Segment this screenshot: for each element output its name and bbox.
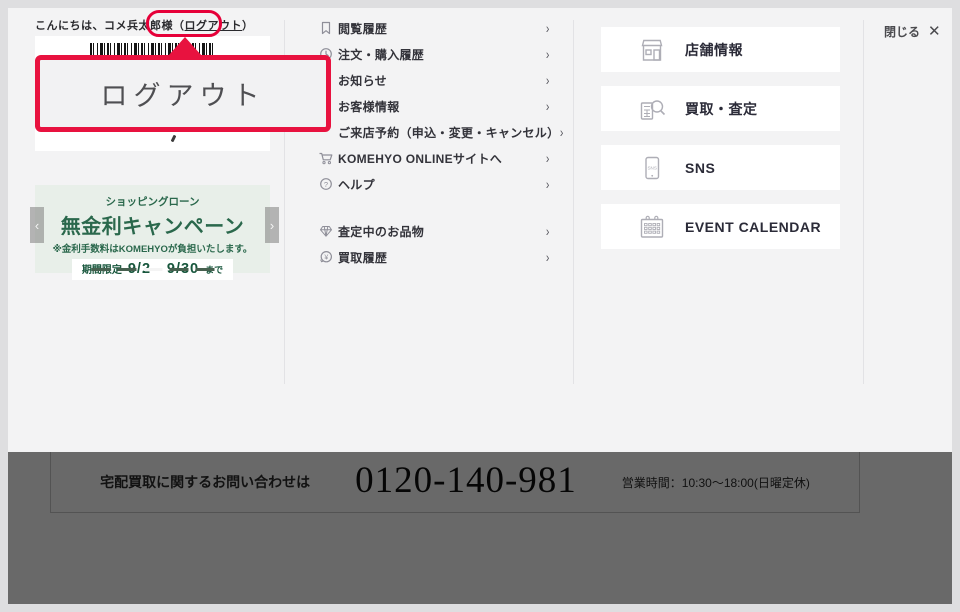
- buyback-icon: ¥: [318, 249, 334, 265]
- quick-link-label: 店舗情報: [685, 40, 743, 60]
- chevron-right-icon: ›: [546, 21, 551, 35]
- chevron-right-icon: ›: [560, 125, 565, 139]
- menu-item-label: お客様情報: [338, 98, 400, 115]
- quick-link-label: EVENT CALENDAR: [685, 219, 821, 235]
- page: こんにちは、コメ兵太郎様（ログアウト） ログアウト ショッピングローン 無金利キ…: [8, 8, 952, 604]
- svg-text:¥: ¥: [324, 254, 328, 261]
- chevron-right-icon: ›: [546, 177, 551, 191]
- menu-item-help[interactable]: ? ヘルプ ›: [300, 171, 552, 197]
- user-greeting: こんにちは、コメ兵太郎様（ログアウト）: [35, 17, 254, 33]
- menu-item-customer-info[interactable]: お客様情報 ›: [300, 93, 552, 119]
- chevron-right-icon: ›: [270, 218, 274, 233]
- chevron-right-icon: ›: [546, 224, 551, 238]
- logout-callout-annotation: ログアウト: [35, 55, 331, 132]
- quick-link-sns[interactable]: SNS SNS: [601, 145, 840, 190]
- modal-backdrop[interactable]: [8, 452, 952, 604]
- menu-item-label: KOMEHYO ONLINEサイトへ: [338, 150, 502, 167]
- menu-secondary-group: 査定中のお品物 › ¥ 買取履歴 ›: [300, 218, 552, 270]
- appraisal-icon: [637, 94, 667, 124]
- paren-open: （: [173, 20, 185, 32]
- banner-title: 無金利キャンペーン: [61, 210, 245, 239]
- menu-item-browsing-history[interactable]: 閲覧履歴 ›: [300, 15, 552, 41]
- carousel-dot[interactable]: [91, 268, 110, 271]
- menu-item-order-history[interactable]: 注文・購入履歴 ›: [300, 41, 552, 67]
- carousel-dot[interactable]: [169, 268, 188, 271]
- banner-note: ※金利手数料はKOMEHYOが負担いたします。: [53, 241, 253, 255]
- menu-item-buyback-history[interactable]: ¥ 買取履歴 ›: [300, 244, 552, 270]
- menu-item-label: 注文・購入履歴: [338, 46, 424, 63]
- column-divider: [863, 20, 864, 384]
- menu-item-label: ご来店予約（申込・変更・キャンセル）: [338, 124, 559, 141]
- quick-link-store-info[interactable]: 店舗情報: [601, 27, 840, 72]
- close-icon: ✕: [928, 22, 941, 40]
- menu-item-news[interactable]: お知らせ ›: [300, 67, 552, 93]
- calendar-icon: [637, 212, 667, 242]
- close-menu-button[interactable]: 閉じる ✕: [884, 22, 941, 40]
- carousel-dot[interactable]: [117, 268, 136, 271]
- column-divider: [573, 20, 574, 384]
- logout-callout-label: ログアウト: [101, 74, 266, 113]
- quick-link-appraisal[interactable]: 買取・査定: [601, 86, 840, 131]
- campaign-banner[interactable]: ショッピングローン 無金利キャンペーン ※金利手数料はKOMEHYOが負担いたし…: [35, 185, 270, 273]
- logout-link[interactable]: ログアウト: [185, 20, 243, 32]
- menu-item-label: お知らせ: [338, 72, 387, 89]
- account-mega-menu: こんにちは、コメ兵太郎様（ログアウト） ログアウト ショッピングローン 無金利キ…: [8, 8, 952, 452]
- chevron-right-icon: ›: [546, 73, 551, 87]
- menu-primary-group: 閲覧履歴 › 注文・購入履歴 › お知らせ › お客様情報 › ご: [300, 15, 552, 197]
- cart-icon: [318, 150, 334, 166]
- sns-icon: SNS: [637, 153, 667, 183]
- chevron-right-icon: ›: [546, 99, 551, 113]
- menu-item-items-under-appraisal[interactable]: 査定中のお品物 ›: [300, 218, 552, 244]
- menu-item-label: 閲覧履歴: [338, 20, 387, 37]
- carousel-prev-button[interactable]: ‹: [30, 207, 44, 243]
- menu-item-label: ヘルプ: [338, 176, 375, 193]
- svg-text:?: ?: [324, 180, 328, 189]
- carousel-dot[interactable]: [195, 268, 214, 271]
- banner-subtitle: ショッピングローン: [106, 194, 200, 209]
- help-icon: ?: [318, 176, 334, 192]
- carousel-next-button[interactable]: ›: [265, 207, 279, 243]
- chevron-right-icon: ›: [546, 250, 551, 264]
- quick-link-label: SNS: [685, 160, 715, 176]
- menu-item-online-site[interactable]: KOMEHYO ONLINEサイトへ ›: [300, 145, 552, 171]
- page-content-dimmed: 宅配買取に関するお問い合わせは 0120-140-981 営業時間：10:30～…: [8, 452, 952, 604]
- close-label: 閉じる: [884, 23, 920, 40]
- callout-arrow-up: [168, 37, 202, 56]
- gem-icon: [318, 223, 334, 239]
- store-icon: [637, 35, 667, 65]
- paren-close: ）: [242, 20, 254, 32]
- menu-item-store-reservation[interactable]: ご来店予約（申込・変更・キャンセル） ›: [300, 119, 552, 145]
- greeting-text: こんにちは、コメ兵太郎様: [35, 20, 173, 32]
- carousel-dot-active[interactable]: [143, 268, 162, 271]
- screen: こんにちは、コメ兵太郎様（ログアウト） ログアウト ショッピングローン 無金利キ…: [0, 0, 960, 612]
- quick-link-event-calendar[interactable]: EVENT CALENDAR: [601, 204, 840, 249]
- chevron-left-icon: ‹: [35, 218, 39, 233]
- svg-text:SNS: SNS: [647, 165, 656, 170]
- chevron-right-icon: ›: [546, 47, 551, 61]
- chevron-right-icon: ›: [546, 151, 551, 165]
- carousel-indicator: [91, 268, 214, 271]
- bookmark-icon: [318, 20, 334, 36]
- menu-item-label: 査定中のお品物: [338, 223, 424, 240]
- menu-item-label: 買取履歴: [338, 249, 387, 266]
- quick-link-label: 買取・査定: [685, 99, 758, 119]
